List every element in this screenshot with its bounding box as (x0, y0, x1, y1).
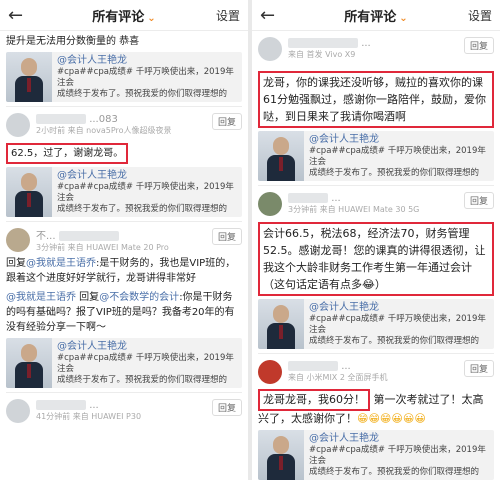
post-line: #cpa##cpa成绩# 千呼万唤使出来，2019年注会 (57, 67, 234, 88)
reply-button[interactable]: 回复 (211, 228, 242, 245)
comment-meta: 3分钟前 来自 HUAWEI Mate 30 5G (288, 205, 420, 214)
username[interactable]: ...083 (89, 114, 118, 125)
back-icon[interactable]: ← (8, 5, 32, 26)
highlighted-comment: 龙哥龙哥，我60分！ (258, 389, 370, 411)
shared-post-card[interactable]: @会计人王艳龙 #cpa##cpa成绩# 千呼万唤使出来，2019年注会 成绩终… (258, 131, 494, 181)
username[interactable]: ... (331, 193, 341, 204)
reply-button[interactable]: 回复 (463, 360, 494, 377)
comment-item: ... 来自 小米MIX 2 全面屏手机 回复 龙哥龙哥，我60分！ 第一次考就… (258, 353, 494, 480)
post-thumbnail (258, 430, 304, 480)
post-author: @会计人王艳龙 (309, 433, 379, 444)
shared-post-card[interactable]: @会计人王艳龙 #cpa##cpa成绩# 千呼万唤使出来，2019年注会 成绩终… (6, 338, 242, 388)
settings-link[interactable]: 设置 (216, 7, 240, 24)
avatar[interactable] (6, 228, 30, 252)
chevron-down-icon: ⌄ (147, 12, 156, 24)
post-thumbnail (258, 299, 304, 349)
post-line: #cpa##cpa成绩# 千呼万唤使出来，2019年注会 (309, 146, 486, 167)
comment-item: 不... 3分钟前 来自 HUAWEI Mate 20 Pro 回复 回复@我就… (6, 221, 242, 388)
post-line: 成绩终于发布了。预祝我爱的你们取得理想的 (57, 204, 228, 214)
post-line: #cpa##cpa成绩# 千呼万唤使出来，2019年注会 (309, 314, 486, 335)
post-author: @会计人王艳龙 (309, 302, 379, 313)
comment-meta: 41分钟前 来自 HUAWEI P30 (36, 412, 142, 421)
comment-item: ...083 2小时前 来自 nova5Pro人像超级夜景 回复 62.5，过了… (6, 106, 242, 217)
mention-link[interactable]: @我就是王语乔 (26, 258, 96, 269)
reply-button[interactable]: 回复 (211, 113, 242, 130)
post-thumbnail (6, 167, 52, 217)
post-line: 成绩终于发布了。预祝我爱的你们取得理想的 (57, 89, 228, 99)
comment-item: ... 3分钟前 来自 HUAWEI Mate 30 5G 回复 会计66.5，… (258, 185, 494, 349)
shared-post-card[interactable]: @会计人王艳龙 #cpa##cpa成绩# 千呼万唤使出来，2019年注会 成绩终… (258, 299, 494, 349)
post-line: #cpa##cpa成绩# 千呼万唤使出来，2019年注会 (57, 353, 234, 374)
comments-title[interactable]: 所有评论 ⌄ (92, 6, 155, 25)
highlighted-comment: 62.5，过了，谢谢龙哥。 (6, 143, 129, 164)
shared-post-card[interactable]: @会计人王艳龙 #cpa##cpa成绩# 千呼万唤使出来，2019年注会 成绩终… (6, 52, 242, 102)
post-thumbnail (6, 338, 52, 388)
reply-button[interactable]: 回复 (463, 37, 494, 54)
username[interactable]: ... (341, 361, 351, 372)
post-line: 成绩终于发布了。预祝我爱的你们取得理想的 (309, 336, 480, 346)
left-top-bar: ← 所有评论 ⌄ 设置 (0, 0, 248, 31)
username[interactable]: ... (361, 38, 371, 49)
comment-meta: 来自 首发 Vivo X9 (288, 50, 356, 59)
comment-item: ... 来自 首发 Vivo X9 回复 龙哥，你的课我还没听够，贼拉的喜欢你的… (258, 31, 494, 181)
emoji-icon: 😁😁😁😀😀😀 (357, 412, 426, 425)
settings-link[interactable]: 设置 (468, 7, 492, 24)
post-author: @会计人王艳龙 (309, 134, 379, 145)
left-screen: ← 所有评论 ⌄ 设置 提升是无法用分数衡量的 恭喜 @会计人王艳龙 #cpa##… (0, 0, 248, 480)
mention-link[interactable]: @不会数学的会计 (99, 292, 179, 303)
username[interactable]: ... (89, 400, 99, 411)
comments-title[interactable]: 所有评论 ⌄ (344, 6, 407, 25)
reply-prefix: 回复 (6, 258, 26, 269)
post-line: #cpa##cpa成绩# 千呼万唤使出来，2019年注会 (309, 445, 486, 466)
comment-text: 提升是无法用分数衡量的 恭喜 (6, 36, 140, 47)
comment-meta: 来自 小米MIX 2 全面屏手机 (288, 373, 388, 382)
shared-post-card[interactable]: @会计人王艳龙 #cpa##cpa成绩# 千呼万唤使出来，2019年注会 成绩终… (258, 430, 494, 480)
post-author: @会计人王艳龙 (57, 55, 127, 66)
chevron-down-icon: ⌄ (399, 12, 408, 24)
post-thumbnail (258, 131, 304, 181)
post-author: @会计人王艳龙 (57, 170, 127, 181)
mention-link[interactable]: @我就是王语乔 (6, 292, 76, 303)
post-line: 成绩终于发布了。预祝我爱的你们取得理想的 (57, 375, 228, 385)
avatar[interactable] (258, 37, 282, 61)
comment-meta: 3分钟前 来自 HUAWEI Mate 20 Pro (36, 243, 169, 252)
post-line: #cpa##cpa成绩# 千呼万唤使出来，2019年注会 (57, 182, 234, 203)
comment-meta: 2小时前 来自 nova5Pro人像超级夜景 (36, 126, 172, 135)
post-author: @会计人王艳龙 (57, 341, 127, 352)
reply-prefix: 回复 (76, 292, 100, 303)
avatar[interactable] (6, 399, 30, 423)
post-line: 成绩终于发布了。预祝我爱的你们取得理想的 (309, 467, 480, 477)
comment-item: ... 41分钟前 来自 HUAWEI P30 回复 (6, 392, 242, 425)
avatar[interactable] (258, 192, 282, 216)
back-icon[interactable]: ← (260, 5, 284, 26)
right-top-bar: ← 所有评论 ⌄ 设置 (252, 0, 500, 31)
post-line: 成绩终于发布了。预祝我爱的你们取得理想的 (309, 168, 480, 178)
reply-button[interactable]: 回复 (211, 399, 242, 416)
shared-post-card[interactable]: @会计人王艳龙 #cpa##cpa成绩# 千呼万唤使出来，2019年注会 成绩终… (6, 167, 242, 217)
right-screen: ← 所有评论 ⌄ 设置 ... 来自 首发 Vivo X9 回复 龙哥，你的课我还… (252, 0, 500, 480)
highlighted-comment: 龙哥，你的课我还没听够，贼拉的喜欢你的课 61分勉强飘过，感谢你一路陪伴，鼓励，… (258, 71, 494, 128)
avatar[interactable] (6, 113, 30, 137)
highlighted-comment: 会计66.5，税法68，经济法70，财务管理52.5。感谢龙哥！您的课真的讲得很… (258, 222, 494, 296)
avatar[interactable] (258, 360, 282, 384)
reply-button[interactable]: 回复 (463, 192, 494, 209)
username[interactable]: 不... (36, 231, 56, 242)
post-thumbnail (6, 52, 52, 102)
